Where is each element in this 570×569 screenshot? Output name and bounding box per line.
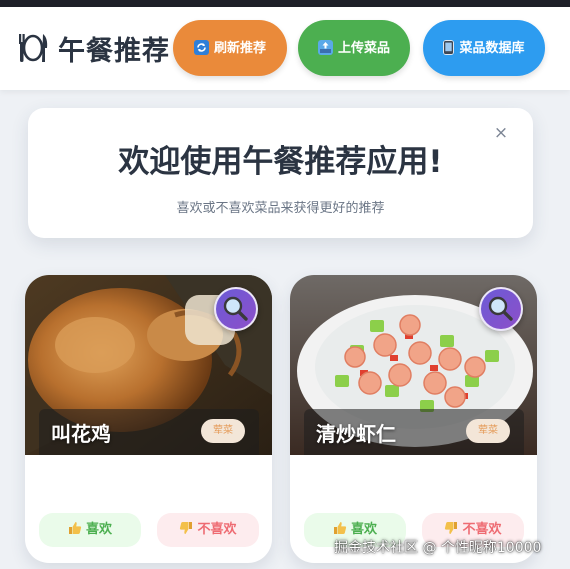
thumbs-down-icon <box>445 522 458 534</box>
dish-caption: 清炒虾仁 荤菜 <box>304 409 524 455</box>
dish-category-tag: 荤菜 <box>466 419 510 443</box>
refresh-button-label: 刷新推荐 <box>213 40 266 56</box>
refresh-button[interactable]: 刷新推荐 <box>173 20 287 76</box>
thumbs-up-icon <box>68 522 82 534</box>
refresh-icon <box>193 39 209 55</box>
magnifier-icon <box>488 296 513 321</box>
like-button[interactable]: 喜欢 <box>39 513 141 547</box>
window-top-strip <box>0 0 570 7</box>
like-label: 喜欢 <box>350 522 377 537</box>
dish-database-button[interactable]: 菜品数据库 <box>423 20 545 76</box>
dish-database-button-label: 菜品数据库 <box>459 40 525 56</box>
dish-name: 叫花鸡 <box>51 422 111 446</box>
welcome-subtitle: 喜欢或不喜欢菜品来获得更好的推荐 <box>176 201 385 216</box>
dish-name: 清炒虾仁 <box>316 422 396 446</box>
dish-card: 清炒虾仁 荤菜 喜欢 不喜欢 <box>290 275 537 563</box>
dish-caption: 叫花鸡 荤菜 <box>39 409 259 455</box>
dislike-button[interactable]: 不喜欢 <box>157 513 259 547</box>
zoom-button[interactable] <box>479 287 523 331</box>
thumbs-down-icon <box>180 522 193 534</box>
dish-category-tag: 荤菜 <box>201 419 245 443</box>
dislike-label: 不喜欢 <box>197 522 237 537</box>
app-header: 午餐推荐 刷新推荐 上传菜品 菜品数据库 <box>0 7 570 90</box>
welcome-banner: 欢迎使用午餐推荐应用! 喜欢或不喜欢菜品来获得更好的推荐 × <box>28 108 533 238</box>
watermark-text: 掘金技术社区 @ 个性昵称10000 <box>334 540 542 556</box>
dish-card: 叫花鸡 荤菜 喜欢 不喜欢 <box>25 275 272 563</box>
zoom-button[interactable] <box>214 287 258 331</box>
upload-button[interactable]: 上传菜品 <box>298 20 410 76</box>
welcome-title: 欢迎使用午餐推荐应用! <box>118 144 443 180</box>
close-banner-button[interactable]: × <box>492 124 510 142</box>
app-title: 午餐推荐 <box>58 36 170 67</box>
vote-row: 喜欢 不喜欢 <box>39 513 259 547</box>
upload-tray-icon <box>317 39 333 55</box>
upload-button-label: 上传菜品 <box>337 40 390 56</box>
magnifier-icon <box>223 296 248 321</box>
phone-icon <box>443 39 455 55</box>
dislike-label: 不喜欢 <box>462 522 502 537</box>
like-label: 喜欢 <box>85 522 112 537</box>
thumbs-up-icon <box>333 522 347 534</box>
cutlery-plate-icon <box>19 34 48 62</box>
